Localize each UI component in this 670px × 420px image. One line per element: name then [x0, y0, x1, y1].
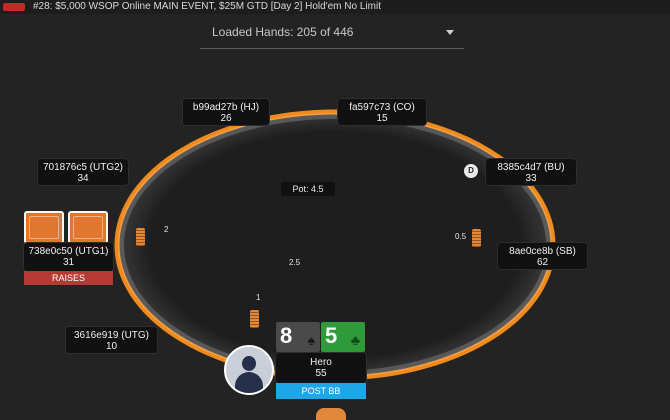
seat-name: 3616e919 (UTG) — [73, 330, 150, 341]
seat-stack: 31 — [62, 257, 75, 268]
seat-stack: 34 — [77, 173, 89, 184]
seat-stack: 10 — [105, 341, 118, 352]
bet-amount-center: 2.5 — [289, 258, 301, 267]
action-badge-post-bb: POST BB — [276, 383, 366, 399]
seat-utg1[interactable]: 738e0c50 (UTG1) 31 — [24, 243, 113, 271]
seat-co[interactable]: fa597c73 (CO) 15 — [338, 99, 426, 125]
seat-name: 8ae0ce8b (SB) — [509, 246, 576, 257]
seat-stack: 62 — [536, 257, 549, 268]
seat-hj[interactable]: b99ad27b (HJ) 26 — [183, 99, 269, 125]
bet-amount-hero: 1 — [256, 293, 261, 302]
seat-stack: 15 — [376, 113, 388, 124]
seat-bu[interactable]: 8385c4d7 (BU) 33 — [486, 159, 576, 185]
seat-name: Hero — [310, 357, 332, 368]
spade-icon: ♠ — [307, 332, 315, 348]
seat-stack: 55 — [315, 368, 327, 379]
bet-amount-utg1: 2 — [164, 225, 169, 234]
seat-sb[interactable]: 8ae0ce8b (SB) 62 — [498, 243, 587, 269]
hero-card-1: 8 ♠ — [276, 322, 320, 352]
pot-label: Pot: 4.5 — [281, 182, 335, 196]
bet-amount-sb: 0.5 — [455, 232, 467, 241]
card-back — [68, 211, 108, 244]
seat-stack: 26 — [220, 113, 232, 124]
hero-card-2: 5 ♣ — [321, 322, 365, 352]
card-rank: 8 — [280, 323, 293, 348]
seat-name: 701876c5 (UTG2) — [42, 162, 124, 173]
seat-stack: 33 — [525, 173, 537, 184]
card-rank: 5 — [325, 323, 338, 348]
chip-icon — [316, 408, 346, 420]
chip-stack-icon — [136, 228, 145, 246]
card-back — [24, 211, 64, 244]
avatar-body — [235, 372, 263, 393]
hero-avatar — [224, 345, 274, 395]
seat-name: b99ad27b (HJ) — [192, 102, 260, 113]
dealer-button: D — [464, 164, 478, 178]
seat-hero[interactable]: Hero 55 — [276, 353, 366, 383]
seat-utg2[interactable]: 701876c5 (UTG2) 34 — [38, 159, 128, 185]
seat-name: fa597c73 (CO) — [349, 102, 415, 113]
avatar-head — [242, 356, 256, 371]
seat-name: 738e0c50 (UTG1) — [28, 246, 109, 257]
chip-stack-icon — [250, 310, 259, 328]
club-icon: ♣ — [350, 332, 360, 348]
action-badge-raises: RAISES — [24, 271, 113, 285]
chip-stack-icon — [472, 229, 481, 247]
seat-utg[interactable]: 3616e919 (UTG) 10 — [66, 327, 157, 353]
seat-name: 8385c4d7 (BU) — [497, 162, 565, 173]
